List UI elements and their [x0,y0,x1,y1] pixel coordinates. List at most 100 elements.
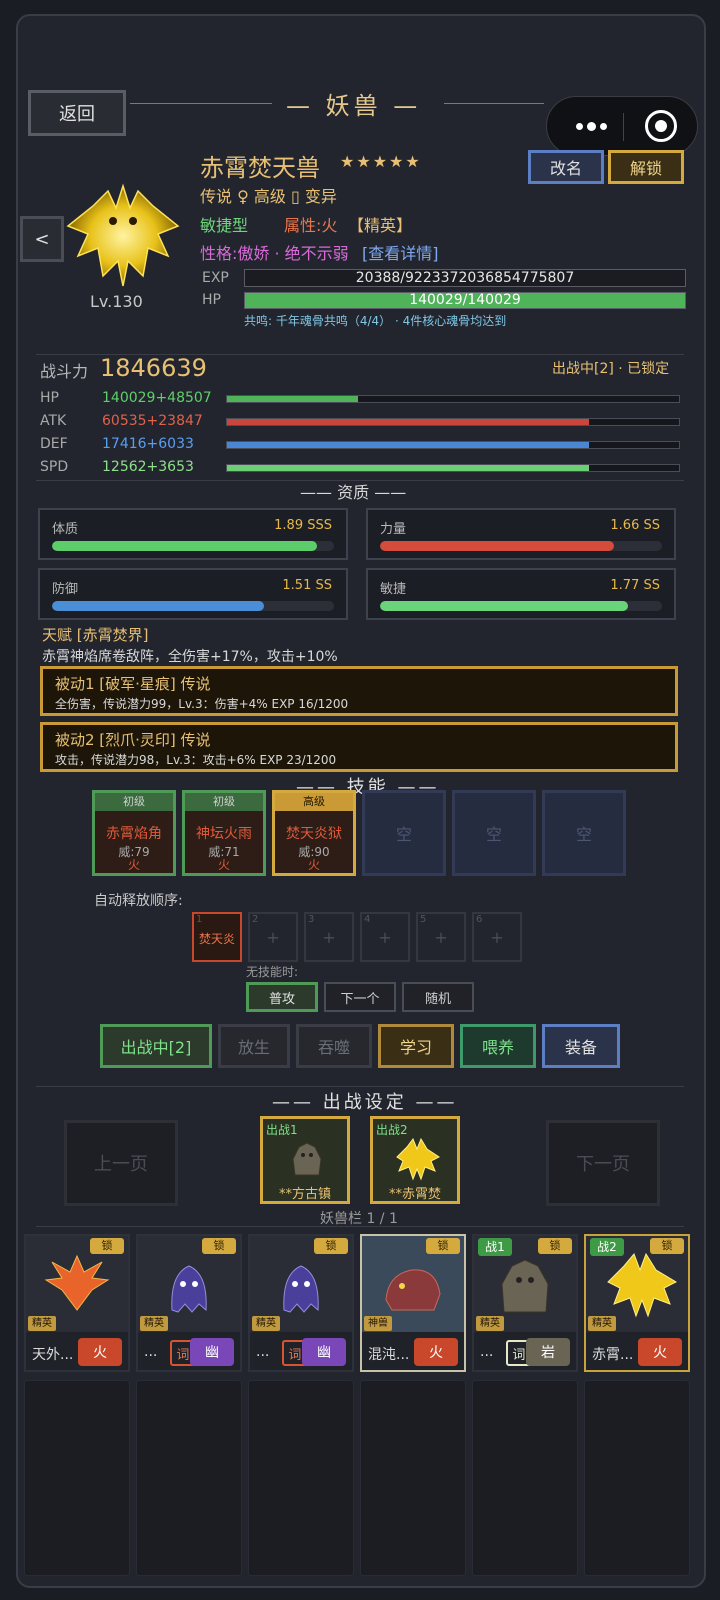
beast-art [154,1250,224,1324]
roster-card[interactable]: 锁神兽 混沌... 火 [360,1234,466,1372]
stat-value: 17416+6033 [102,436,194,452]
pet-name: ... [256,1344,270,1360]
skill-card-2[interactable]: 初级 神坛火雨 威:71 火 [182,790,266,876]
feed-button[interactable]: 喂养 [460,1024,536,1068]
rock-beast-icon [287,1139,327,1179]
skill-element: 火 [127,858,140,872]
roster-card[interactable]: 锁 战2 精英 赤霄... 火 [584,1234,690,1372]
beast-art [266,1250,336,1324]
passive-1-title: 被动1 [破军·星痕] 传说 [55,675,211,693]
stat-bar-fill [227,442,589,448]
devour-button[interactable]: 吞噬 [296,1024,372,1068]
plus-icon: + [490,928,504,947]
lock-tag[interactable]: 锁 [538,1238,572,1254]
passive-2[interactable]: 被动2 [烈爪·灵印] 传说 攻击，传说潜力98，Lv.3：攻击+6% EXP … [40,722,678,772]
aptitude-bar-fill [380,541,615,551]
lock-tag[interactable]: 锁 [90,1238,124,1254]
empty-roster-slot[interactable] [584,1380,690,1576]
detail-link[interactable]: [查看详情] [362,240,439,264]
header-line-right [444,103,544,104]
skill-element: 火 [217,858,230,872]
aptitude-header: —— 资质 —— [300,483,407,502]
rank-tag: 精英 [28,1316,56,1331]
fallback-next[interactable]: 下一个 [324,982,396,1012]
empty-skill-slot[interactable]: 空 [452,790,536,876]
rank-tag: 精英 [588,1316,616,1331]
stat-bar [226,464,680,472]
roster-card[interactable]: 锁精英 天外... 火 [24,1234,130,1372]
learn-button[interactable]: 学习 [378,1024,454,1068]
deploy-slot-1[interactable]: 出战1 **方古镇 [260,1116,350,1204]
order-skill: 焚天炎 [198,932,235,946]
skill-name: 神坛火雨 [196,826,252,842]
deploy-slot-name: **方古镇 [278,1187,331,1202]
empty-roster-slot[interactable] [136,1380,242,1576]
empty-roster-slot[interactable] [24,1380,130,1576]
empty-roster-slot[interactable] [248,1380,354,1576]
order-slot-1[interactable]: 1 焚天炎 [192,912,242,962]
roster-card[interactable]: 锁战1 精英 词2... 岩 [472,1234,578,1372]
divider [36,1226,684,1227]
order-slot-4[interactable]: 4 + [360,912,410,962]
lock-tag[interactable]: 锁 [426,1238,460,1254]
skill-tier: 高级 [275,793,353,811]
stat-value: 60535+23847 [102,413,203,429]
order-slot-6[interactable]: 6 + [472,912,522,962]
beast-art [378,1250,448,1324]
release-button[interactable]: 放生 [218,1024,290,1068]
skill-card-3[interactable]: 高级 焚天炎狱 威:90 火 [272,790,356,876]
deploy-header: —— 出战设定 —— [272,1092,458,1113]
empty-skill-slot[interactable]: 空 [362,790,446,876]
aptitude-bar [52,601,334,611]
order-num: 5 [420,914,427,925]
fallback-normal-attack[interactable]: 普攻 [246,982,318,1012]
beast-name: 赤霄焚天兽 [200,154,320,182]
stat-bar-fill [227,419,589,425]
back-button[interactable]: 返回 [28,90,126,136]
skill-name: 焚天炎狱 [286,826,342,842]
passive-1[interactable]: 被动1 [破军·星痕] 传说 全伤害，传说潜力99，Lv.3：伤害+4% EXP… [40,666,678,716]
aptitude-name: 防御 [52,582,79,597]
next-page-button[interactable]: 下一页 [546,1120,660,1206]
lock-tag[interactable]: 锁 [314,1238,348,1254]
order-slot-5[interactable]: 5 + [416,912,466,962]
skill-tier: 初级 [95,793,173,811]
empty-roster-slot[interactable] [360,1380,466,1576]
order-slot-2[interactable]: 2 + [248,912,298,962]
no-skill-label: 无技能时: [246,965,299,979]
lock-tag[interactable]: 锁 [202,1238,236,1254]
beast-portrait [58,176,188,296]
equip-button[interactable]: 装备 [542,1024,620,1068]
skill-tier: 初级 [185,793,263,811]
talent-title: 天赋 [赤霄焚界] [42,626,149,644]
aptitude-box: 力量 1.66 SS [366,508,676,560]
stat-label: SPD [40,459,69,475]
fallback-random[interactable]: 随机 [402,982,474,1012]
lock-tag[interactable]: 锁 [650,1238,684,1254]
rank-tag: 精英 [476,1316,504,1331]
exp-value: 20388/9223372036854775807 [355,270,575,286]
prev-page-button[interactable]: 上一页 [64,1120,178,1206]
exp-bar: 20388/9223372036854775807 [244,269,686,287]
target-icon[interactable] [645,110,677,142]
passive-2-desc: 攻击，传说潜力98，Lv.3：攻击+6% EXP 23/1200 [55,753,337,767]
deployed-button[interactable]: 出战中[2] [100,1024,212,1068]
element-badge: 火 [78,1338,122,1366]
deploy-slot-tag: 出战1 [266,1123,298,1137]
order-slot-3[interactable]: 3 + [304,912,354,962]
roster-card[interactable]: 锁精英 词1... 幽 [136,1234,242,1372]
empty-roster-slot[interactable] [472,1380,578,1576]
skill-card-1[interactable]: 初级 赤霄焰角 威:79 火 [92,790,176,876]
rank-tag: 精英 [252,1316,280,1331]
roster-card[interactable]: 锁精英 词1... 幽 [248,1234,354,1372]
stat-bar [226,418,680,426]
ellipsis-icon[interactable] [571,111,611,141]
header-title-wrap: — 妖兽 — [286,92,422,120]
beast-level: Lv.130 [90,292,143,311]
empty-skill-slot[interactable]: 空 [542,790,626,876]
unlock-button[interactable]: 解锁 [608,150,684,184]
mini-program-capsule [546,96,698,156]
rename-button[interactable]: 改名 [528,150,604,184]
deploy-slot-2[interactable]: 出战2 **赤霄焚 [370,1116,460,1204]
pet-name: 赤霄... [592,1347,634,1363]
